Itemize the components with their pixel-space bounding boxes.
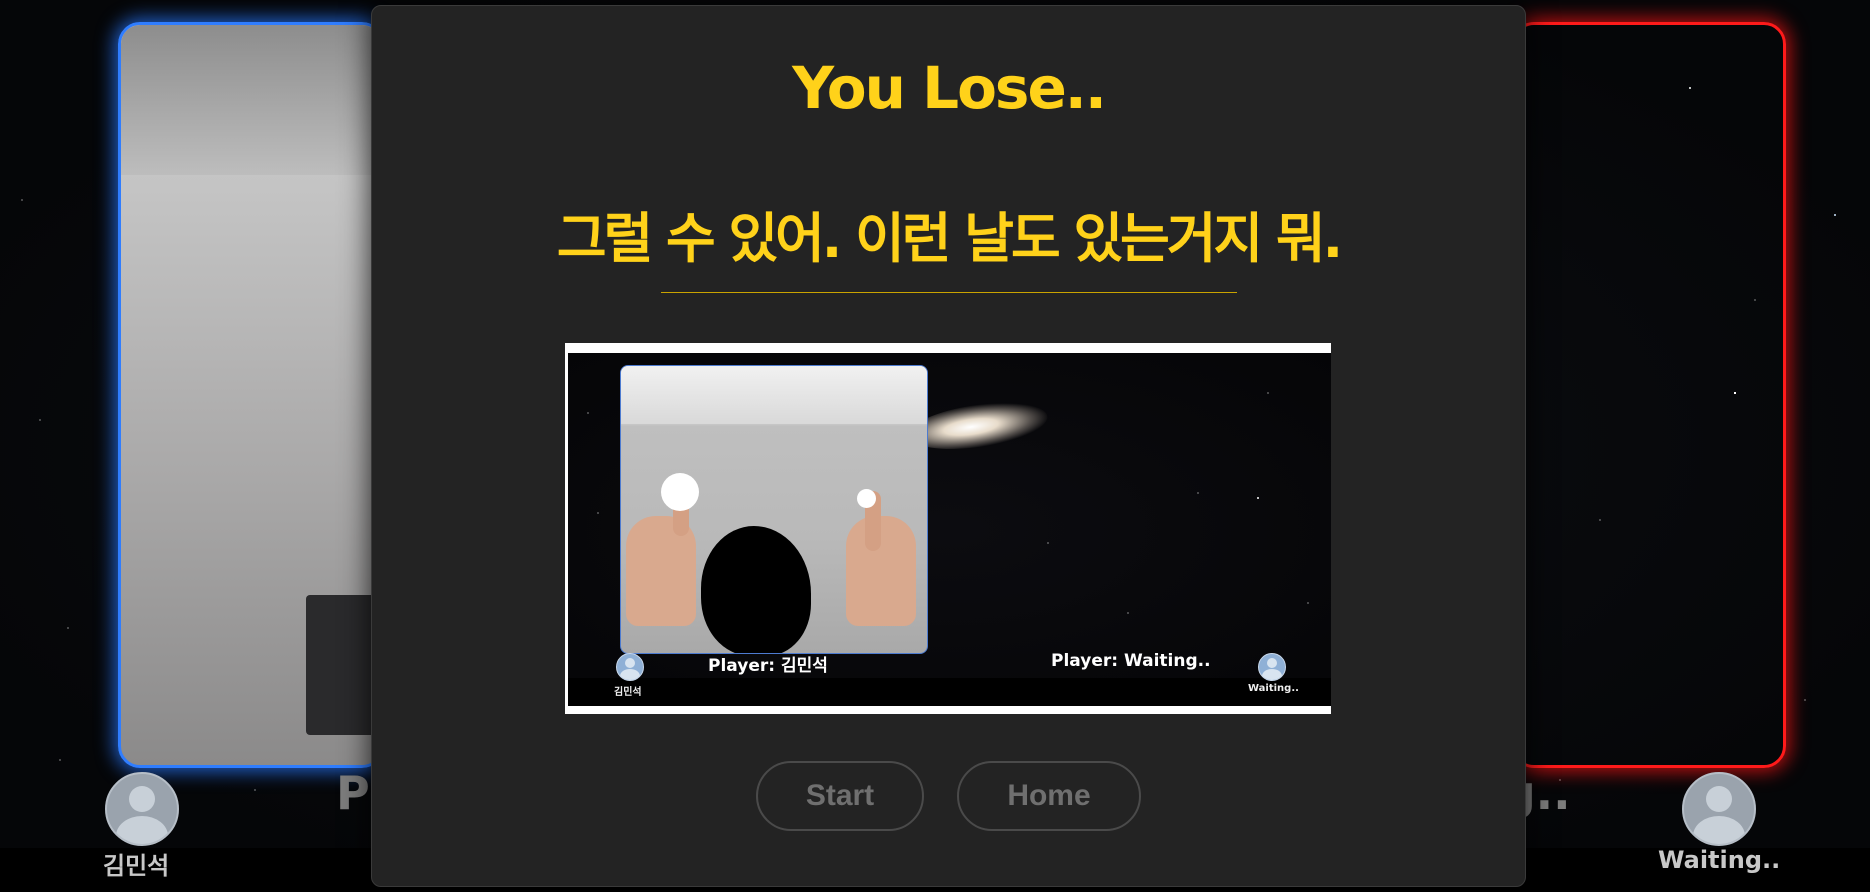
capture-left-avatar-icon: [616, 653, 644, 681]
capture-right-avatar-icon: [1258, 653, 1286, 681]
capture-bottom-bar: [568, 678, 1331, 706]
right-player-name: Waiting..: [1658, 846, 1781, 874]
capture-right-avatar-name: Waiting..: [1248, 683, 1299, 694]
captured-player-camera: [620, 365, 928, 654]
right-hand: [846, 516, 916, 626]
left-player-status-text: P: [336, 766, 370, 820]
result-message: 그럴 수 있어. 이런 날도 있는거지 뭐.: [556, 207, 1343, 270]
start-button[interactable]: Start: [756, 761, 924, 831]
redacted-face: [701, 526, 811, 653]
capture-scene: 김민석 Waiting.. Player: 김민석 Player: Waitin…: [568, 353, 1331, 706]
game-capture-image: 김민석 Waiting.. Player: 김민석 Player: Waitin…: [565, 343, 1331, 714]
left-player-name: 김민석: [103, 852, 170, 880]
result-modal: You Lose.. 그럴 수 있어. 이런 날도 있는거지 뭐. 김민석 Wa…: [371, 5, 1526, 887]
right-player-avatar-icon: [1682, 772, 1756, 846]
result-title: You Lose..: [792, 54, 1107, 122]
right-player-camera-panel: [1512, 22, 1786, 768]
left-fingertip-marker: [661, 473, 699, 511]
capture-left-player-label: Player: 김민석: [708, 656, 828, 676]
capture-right-player-label: Player: Waiting..: [1051, 651, 1211, 671]
right-fingertip-marker: [857, 489, 876, 508]
divider: [661, 292, 1237, 293]
left-player-camera-panel: [118, 22, 384, 768]
left-player-avatar-icon: [105, 772, 179, 846]
home-button[interactable]: Home: [957, 761, 1141, 831]
game-stage: P ng.. 김민석 Waiting.. You Lose.. 그럴 수 있어.…: [0, 0, 1870, 892]
capture-left-avatar-name: 김민석: [614, 687, 642, 698]
